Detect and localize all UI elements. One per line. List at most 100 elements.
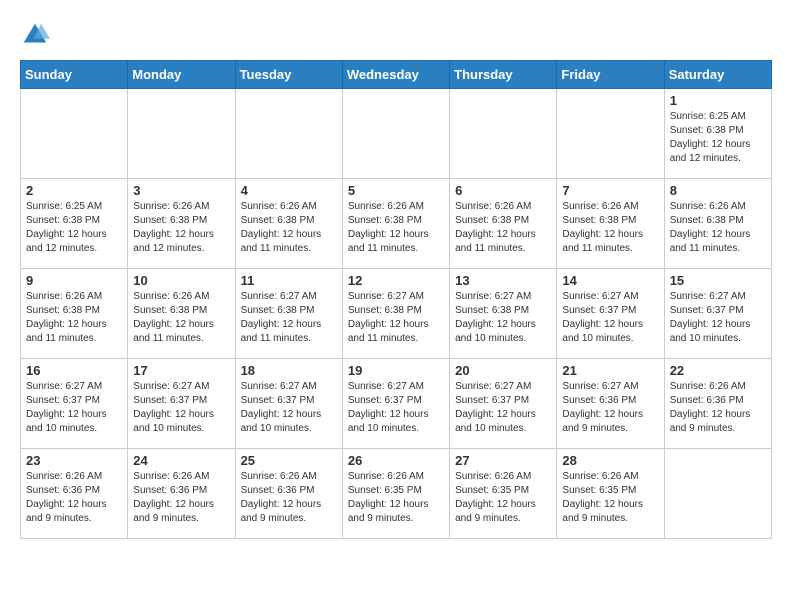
day-info: Sunrise: 6:26 AM Sunset: 6:38 PM Dayligh… — [562, 200, 658, 256]
calendar-cell: 25 Sunrise: 6:26 AM Sunset: 6:36 PM Dayli… — [235, 449, 342, 539]
day-info: Sunrise: 6:26 AM Sunset: 6:35 PM Dayligh… — [348, 470, 444, 526]
day-info: Sunrise: 6:26 AM Sunset: 6:35 PM Dayligh… — [455, 470, 551, 526]
calendar-cell: 12Sunrise: 6:27 AM Sunset: 6:38 PM Dayli… — [342, 269, 449, 359]
day-number: 26 — [348, 453, 444, 468]
day-number: 4 — [241, 183, 337, 198]
day-info: Sunrise: 6:25 AM Sunset: 6:38 PM Dayligh… — [670, 110, 766, 166]
day-of-week-header: Wednesday — [342, 61, 449, 89]
day-info: Sunrise: 6:27 AM Sunset: 6:37 PM Dayligh… — [241, 380, 337, 436]
day-number: 27 — [455, 453, 551, 468]
calendar-cell — [235, 89, 342, 179]
calendar-cell: 10 Sunrise: 6:26 AM Sunset: 6:38 PM Dayli… — [128, 269, 235, 359]
calendar-cell — [664, 449, 771, 539]
day-number: 28 — [562, 453, 658, 468]
calendar-cell: 19Sunrise: 6:27 AM Sunset: 6:37 PM Dayli… — [342, 359, 449, 449]
day-info: Sunrise: 6:26 AM Sunset: 6:36 PM Dayligh… — [670, 380, 766, 436]
calendar-cell: 17 Sunrise: 6:27 AM Sunset: 6:37 PM Dayli… — [128, 359, 235, 449]
calendar-cell: 14 Sunrise: 6:27 AM Sunset: 6:37 PM Dayli… — [557, 269, 664, 359]
calendar-cell: 16 Sunrise: 6:27 AM Sunset: 6:37 PM Dayli… — [21, 359, 128, 449]
day-info: Sunrise: 6:27 AM Sunset: 6:36 PM Dayligh… — [562, 380, 658, 436]
day-info: Sunrise: 6:27 AM Sunset: 6:37 PM Dayligh… — [455, 380, 551, 436]
day-info: Sunrise: 6:25 AM Sunset: 6:38 PM Dayligh… — [26, 200, 122, 256]
calendar-cell: 8 Sunrise: 6:26 AM Sunset: 6:38 PM Daylig… — [664, 179, 771, 269]
day-number: 21 — [562, 363, 658, 378]
calendar-cell — [342, 89, 449, 179]
day-info: Sunrise: 6:26 AM Sunset: 6:36 PM Dayligh… — [133, 470, 229, 526]
day-of-week-header: Sunday — [21, 61, 128, 89]
calendar-week-row: 2 Sunrise: 6:25 AM Sunset: 6:38 PM Daylig… — [21, 179, 772, 269]
calendar-table: SundayMondayTuesdayWednesdayThursdayFrid… — [20, 60, 772, 539]
day-number: 14 — [562, 273, 658, 288]
day-number: 5 — [348, 183, 444, 198]
day-number: 8 — [670, 183, 766, 198]
day-number: 7 — [562, 183, 658, 198]
day-number: 11 — [241, 273, 337, 288]
calendar-cell: 26 Sunrise: 6:26 AM Sunset: 6:35 PM Dayli… — [342, 449, 449, 539]
calendar-cell: 9Sunrise: 6:26 AM Sunset: 6:38 PM Daylig… — [21, 269, 128, 359]
day-info: Sunrise: 6:26 AM Sunset: 6:38 PM Dayligh… — [670, 200, 766, 256]
day-number: 17 — [133, 363, 229, 378]
calendar-week-row: 9Sunrise: 6:26 AM Sunset: 6:38 PM Daylig… — [21, 269, 772, 359]
day-number: 3 — [133, 183, 229, 198]
day-info: Sunrise: 6:27 AM Sunset: 6:38 PM Dayligh… — [241, 290, 337, 346]
day-of-week-header: Friday — [557, 61, 664, 89]
calendar-cell: 5 Sunrise: 6:26 AM Sunset: 6:38 PM Daylig… — [342, 179, 449, 269]
day-info: Sunrise: 6:26 AM Sunset: 6:36 PM Dayligh… — [241, 470, 337, 526]
calendar-cell: 21 Sunrise: 6:27 AM Sunset: 6:36 PM Dayli… — [557, 359, 664, 449]
day-number: 6 — [455, 183, 551, 198]
calendar-cell: 24 Sunrise: 6:26 AM Sunset: 6:36 PM Dayli… — [128, 449, 235, 539]
day-number: 20 — [455, 363, 551, 378]
calendar-cell: 6Sunrise: 6:26 AM Sunset: 6:38 PM Daylig… — [450, 179, 557, 269]
calendar-cell: 15 Sunrise: 6:27 AM Sunset: 6:37 PM Dayli… — [664, 269, 771, 359]
day-info: Sunrise: 6:26 AM Sunset: 6:38 PM Dayligh… — [133, 200, 229, 256]
day-number: 24 — [133, 453, 229, 468]
calendar-cell: 28 Sunrise: 6:26 AM Sunset: 6:35 PM Dayli… — [557, 449, 664, 539]
calendar-week-row: 23 Sunrise: 6:26 AM Sunset: 6:36 PM Dayli… — [21, 449, 772, 539]
day-info: Sunrise: 6:27 AM Sunset: 6:37 PM Dayligh… — [562, 290, 658, 346]
calendar-cell: 23Sunrise: 6:26 AM Sunset: 6:36 PM Dayli… — [21, 449, 128, 539]
logo-icon — [20, 20, 50, 50]
calendar-cell: 1 Sunrise: 6:25 AM Sunset: 6:38 PM Daylig… — [664, 89, 771, 179]
day-of-week-header: Tuesday — [235, 61, 342, 89]
day-number: 1 — [670, 93, 766, 108]
calendar-cell — [557, 89, 664, 179]
day-info: Sunrise: 6:26 AM Sunset: 6:38 PM Dayligh… — [348, 200, 444, 256]
day-number: 13 — [455, 273, 551, 288]
calendar-cell: 27 Sunrise: 6:26 AM Sunset: 6:35 PM Dayli… — [450, 449, 557, 539]
calendar-cell: 13 Sunrise: 6:27 AM Sunset: 6:38 PM Dayli… — [450, 269, 557, 359]
day-of-week-header: Saturday — [664, 61, 771, 89]
day-number: 25 — [241, 453, 337, 468]
calendar-cell: 11 Sunrise: 6:27 AM Sunset: 6:38 PM Dayli… — [235, 269, 342, 359]
day-info: Sunrise: 6:27 AM Sunset: 6:37 PM Dayligh… — [133, 380, 229, 436]
day-info: Sunrise: 6:27 AM Sunset: 6:37 PM Dayligh… — [348, 380, 444, 436]
day-info: Sunrise: 6:26 AM Sunset: 6:35 PM Dayligh… — [562, 470, 658, 526]
logo — [20, 20, 56, 50]
day-of-week-header: Thursday — [450, 61, 557, 89]
calendar-cell: 22 Sunrise: 6:26 AM Sunset: 6:36 PM Dayli… — [664, 359, 771, 449]
day-of-week-header: Monday — [128, 61, 235, 89]
calendar-cell — [21, 89, 128, 179]
calendar-week-row: 16 Sunrise: 6:27 AM Sunset: 6:37 PM Dayli… — [21, 359, 772, 449]
day-info: Sunrise: 6:27 AM Sunset: 6:37 PM Dayligh… — [670, 290, 766, 346]
day-info: Sunrise: 6:27 AM Sunset: 6:37 PM Dayligh… — [26, 380, 122, 436]
calendar-cell — [128, 89, 235, 179]
day-number: 12 — [348, 273, 444, 288]
day-number: 18 — [241, 363, 337, 378]
day-number: 15 — [670, 273, 766, 288]
calendar-cell: 2 Sunrise: 6:25 AM Sunset: 6:38 PM Daylig… — [21, 179, 128, 269]
calendar-cell: 7 Sunrise: 6:26 AM Sunset: 6:38 PM Daylig… — [557, 179, 664, 269]
day-number: 16 — [26, 363, 122, 378]
day-number: 10 — [133, 273, 229, 288]
calendar-header-row: SundayMondayTuesdayWednesdayThursdayFrid… — [21, 61, 772, 89]
day-number: 2 — [26, 183, 122, 198]
calendar-cell — [450, 89, 557, 179]
day-info: Sunrise: 6:27 AM Sunset: 6:38 PM Dayligh… — [455, 290, 551, 346]
day-number: 22 — [670, 363, 766, 378]
day-info: Sunrise: 6:26 AM Sunset: 6:38 PM Dayligh… — [26, 290, 122, 346]
day-number: 23 — [26, 453, 122, 468]
day-info: Sunrise: 6:26 AM Sunset: 6:38 PM Dayligh… — [133, 290, 229, 346]
calendar-cell: 18 Sunrise: 6:27 AM Sunset: 6:37 PM Dayli… — [235, 359, 342, 449]
page-header — [20, 20, 772, 50]
calendar-week-row: 1 Sunrise: 6:25 AM Sunset: 6:38 PM Daylig… — [21, 89, 772, 179]
calendar-cell: 20 Sunrise: 6:27 AM Sunset: 6:37 PM Dayli… — [450, 359, 557, 449]
